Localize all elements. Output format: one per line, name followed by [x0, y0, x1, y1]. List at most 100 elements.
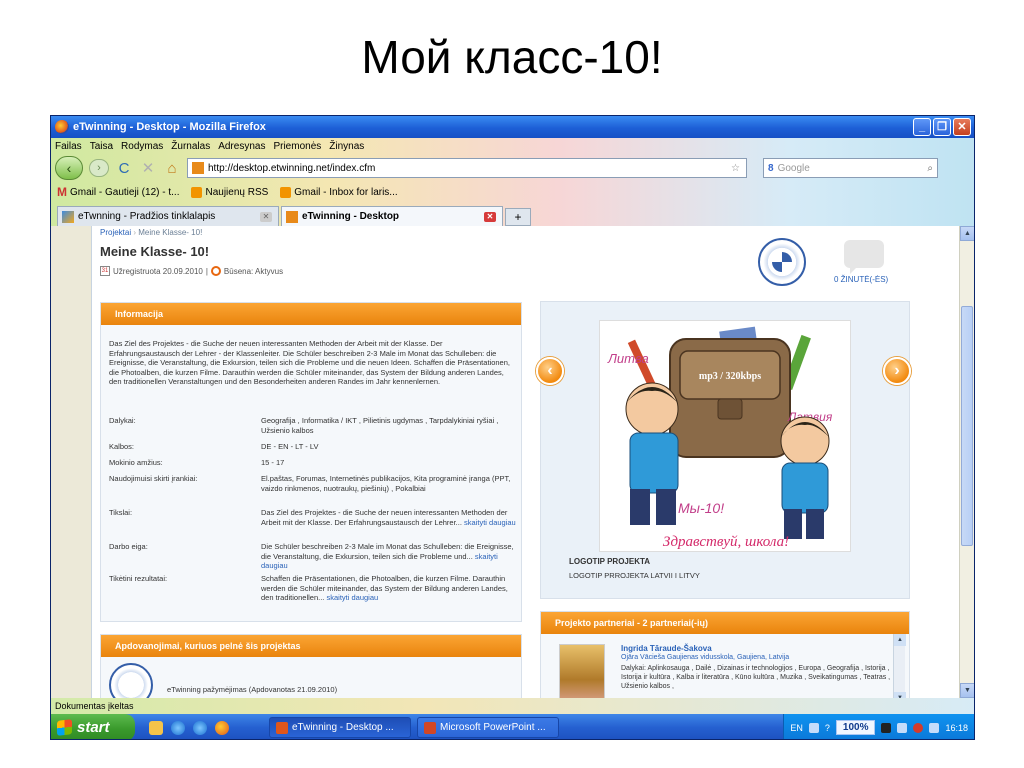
- read-more-link[interactable]: skaityti daugiau: [464, 518, 516, 527]
- menu-item-edit[interactable]: Taisa: [90, 141, 113, 152]
- rss-icon: [191, 186, 203, 198]
- power-icon[interactable]: [881, 722, 892, 733]
- page-scrollbar[interactable]: ▲ ▼: [959, 226, 974, 698]
- kids-with-school-bag-illustration: mp3 / 320kbps Литва Латвия Мы-10! Здравс…: [600, 321, 850, 551]
- bookmark-label[interactable]: Gmail - Inbox for laris...: [294, 187, 397, 198]
- firefox-icon[interactable]: [215, 720, 229, 735]
- search-input[interactable]: Google: [778, 163, 810, 174]
- bag-label: mp3 / 320kbps: [699, 371, 761, 382]
- partner-name-link[interactable]: Ingrida Tāraude-Šakova: [621, 644, 712, 653]
- firefox-icon: [55, 120, 69, 134]
- taskbar-powerpoint[interactable]: Microsoft PowerPoint ...: [417, 717, 559, 738]
- bookmarks-toolbar: M Gmail - Gautieji (12) - t... Naujienų …: [51, 182, 974, 202]
- messages-link[interactable]: 0 ŽINUTĖ(-ĖS): [834, 275, 888, 284]
- registered-date: Užregistruota 20.09.2010: [113, 266, 203, 276]
- firefox-icon: [276, 721, 288, 734]
- status-icon: [210, 266, 221, 276]
- task-label[interactable]: eTwinning - Desktop ...: [292, 722, 394, 733]
- read-more-link[interactable]: skaityti daugiau: [326, 593, 378, 602]
- partners-panel: Projekto partneriai - 2 partneriai(-ių) …: [540, 611, 910, 698]
- menu-item-tools[interactable]: Priemonės: [273, 141, 321, 152]
- taskbar-firefox[interactable]: eTwinning - Desktop ...: [269, 717, 411, 738]
- clock[interactable]: 16:18: [945, 723, 968, 733]
- menu-item-view[interactable]: Rodymas: [121, 141, 163, 152]
- scroll-thumb[interactable]: [961, 306, 973, 546]
- bookmark-rss[interactable]: Naujienų RSS: [191, 186, 268, 198]
- gallery-prev-button[interactable]: ‹: [536, 357, 564, 385]
- menu-item-file[interactable]: Failas: [55, 141, 82, 152]
- tab-close-icon[interactable]: ✕: [484, 211, 496, 222]
- back-button[interactable]: ‹: [55, 156, 83, 180]
- search-bar[interactable]: 8 Google ⌕: [763, 158, 938, 178]
- help-icon[interactable]: ?: [825, 723, 830, 733]
- window-titlebar: eTwinning - Desktop - Mozilla Firefox _ …: [51, 116, 974, 138]
- picture-banner: Здравствуй, школа!: [663, 534, 789, 550]
- antivirus-icon[interactable]: [913, 722, 924, 733]
- tab-label[interactable]: eTwnning - Pradžios tinklalapis: [78, 211, 215, 222]
- scroll-down-button[interactable]: ▼: [960, 683, 974, 698]
- tab-etwinning-home[interactable]: eTwnning - Pradžios tinklalapis ✕: [57, 206, 279, 226]
- ie-icon[interactable]: [171, 720, 185, 735]
- info-value: 15 - 17: [261, 458, 285, 467]
- project-meta: 31 Užregistruota 20.09.2010 | Būsena: Ak…: [100, 266, 283, 276]
- start-label[interactable]: start: [77, 719, 110, 736]
- url-bar[interactable]: http://desktop.etwinning.net/index.cfm ☆: [187, 158, 747, 178]
- restore-button[interactable]: ❐: [933, 118, 951, 136]
- project-status: Būsena: Aktyvus: [223, 266, 284, 276]
- breadcrumb-projects-link[interactable]: Projektai: [100, 228, 131, 237]
- tab-strip: eTwnning - Pradžios tinklalapis ✕ eTwinn…: [51, 202, 974, 226]
- home-icon[interactable]: ⌂: [163, 160, 181, 177]
- folder-icon[interactable]: [149, 720, 163, 735]
- windows-logo-icon: [57, 719, 72, 736]
- zoom-level[interactable]: 100%: [835, 720, 876, 735]
- menu-item-bookmarks[interactable]: Adresynas: [218, 141, 265, 152]
- close-button[interactable]: ✕: [953, 118, 971, 136]
- partner-avatar[interactable]: [559, 644, 605, 698]
- minimize-button[interactable]: _: [913, 118, 931, 136]
- url-text[interactable]: http://desktop.etwinning.net/index.cfm: [208, 163, 375, 174]
- rss-icon: [280, 186, 292, 198]
- gallery-caption-subtitle: LOGOTIP PRROJEKTA LATVII I LITVY: [569, 571, 700, 580]
- awards-panel: Apdovanojimai, kuriuos pelnė šis projekt…: [100, 634, 522, 698]
- project-title: Meine Klasse- 10!: [100, 244, 210, 259]
- forward-button[interactable]: ›: [89, 159, 109, 177]
- info-label: Kalbos:: [109, 442, 135, 451]
- media-icon[interactable]: [193, 720, 207, 735]
- breadcrumb-separator: ›: [133, 228, 137, 237]
- tab-label[interactable]: eTwinning - Desktop: [302, 211, 399, 222]
- bookmark-star-icon[interactable]: ☆: [731, 163, 740, 174]
- powerpoint-icon: [424, 721, 436, 734]
- message-bubble-icon[interactable]: [844, 240, 884, 274]
- volume-icon[interactable]: [929, 722, 940, 733]
- stop-icon[interactable]: ✕: [139, 159, 157, 177]
- search-icon[interactable]: ⌕: [927, 163, 933, 174]
- bookmark-label[interactable]: Naujienų RSS: [205, 187, 268, 198]
- status-bar: Dokumentas įkeltas: [51, 698, 974, 714]
- partner-school-link[interactable]: Ojāra Vācieša Gaujienas vidusskola, Gauj…: [621, 654, 789, 661]
- breadcrumb: Projektai › Meine Klasse- 10!: [100, 228, 202, 237]
- network-icon[interactable]: [897, 722, 908, 733]
- menu-item-help[interactable]: Žinynas: [329, 141, 364, 152]
- info-value: Die Schüler beschreiben 2-3 Male im Mona…: [261, 542, 514, 571]
- bookmark-label[interactable]: Gmail - Gautieji (12) - t...: [70, 187, 179, 198]
- gallery-next-button[interactable]: ›: [883, 357, 911, 385]
- info-value: El.paštas, Forumas, Internetinės publika…: [261, 474, 511, 493]
- partners-scrollbar[interactable]: ▲ ▼: [893, 634, 906, 698]
- taskbar: start eTwinning - Desktop ... Microsoft …: [51, 714, 974, 739]
- language-indicator[interactable]: EN: [790, 723, 803, 733]
- new-tab-button[interactable]: +: [505, 208, 531, 226]
- reload-icon[interactable]: C: [115, 160, 133, 177]
- bookmark-gmail-2[interactable]: Gmail - Inbox for laris...: [280, 186, 398, 198]
- partners-scroll-up[interactable]: ▲: [894, 634, 906, 646]
- scroll-up-button[interactable]: ▲: [960, 226, 974, 241]
- project-logo-picture[interactable]: mp3 / 320kbps Литва Латвия Мы-10! Здравс…: [599, 320, 851, 552]
- google-icon[interactable]: 8: [768, 163, 774, 174]
- start-button[interactable]: start: [51, 714, 135, 739]
- awards-heading: Apdovanojimai, kuriuos pelnė šis projekt…: [101, 635, 521, 657]
- tab-etwinning-desktop[interactable]: eTwinning - Desktop ✕: [281, 206, 503, 226]
- bookmark-gmail-1[interactable]: M Gmail - Gautieji (12) - t...: [57, 185, 179, 199]
- tab-close-icon[interactable]: ✕: [260, 211, 272, 222]
- keyboard-icon[interactable]: [808, 722, 819, 733]
- task-label[interactable]: Microsoft PowerPoint ...: [440, 722, 546, 733]
- menu-item-history[interactable]: Žurnalas: [171, 141, 210, 152]
